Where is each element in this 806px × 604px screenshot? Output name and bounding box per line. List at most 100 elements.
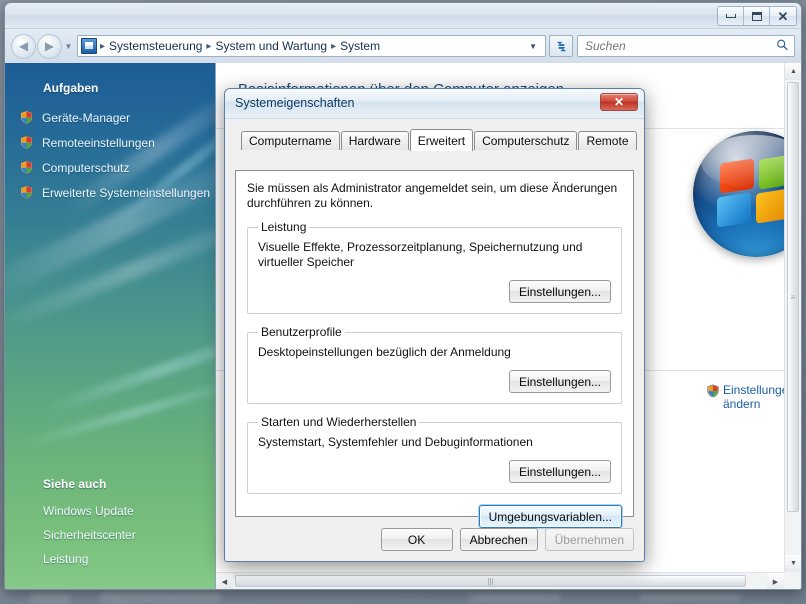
navigation-bar: ◀ ▶ ▼ ▸ Systemsteuerung ▸ System und War… — [5, 29, 801, 63]
tab-label: Computername — [249, 134, 332, 148]
chevron-down-icon: ▼ — [790, 560, 797, 567]
breadcrumb-separator: ▸ — [99, 41, 106, 52]
dialog-footer: OK Abbrechen Übernehmen — [381, 528, 634, 551]
tab-panel-erweitert: Sie müssen als Administrator angemeldet … — [235, 170, 634, 517]
see-also-section: Siehe auch Windows Update Sicherheitscen… — [5, 477, 215, 571]
tasks-heading: Aufgaben — [5, 81, 215, 105]
tab-erweitert[interactable]: Erweitert — [410, 129, 473, 151]
umgebungsvariablen-button[interactable]: Umgebungsvariablen... — [479, 505, 622, 528]
forward-icon: ▶ — [45, 39, 54, 53]
sidebar-item-geraete-manager[interactable]: Geräte-Manager — [5, 105, 215, 130]
system-properties-dialog: Systemeigenschaften ✕ Computername Hardw… — [224, 88, 645, 562]
chevron-down-icon: ▼ — [65, 42, 73, 51]
dialog-close-button[interactable]: ✕ — [600, 93, 638, 111]
see-also-heading: Siehe auch — [5, 477, 215, 499]
sidebar-item-label: Remoteeinstellungen — [42, 136, 155, 150]
group-leistung: Leistung Visuelle Effekte, Prozessorzeit… — [247, 220, 622, 314]
scroll-right-button[interactable]: ▶ — [767, 573, 784, 589]
group-legend: Starten und Wiederherstellen — [258, 415, 419, 429]
breadcrumb-item-system-und-wartung[interactable]: System und Wartung — [212, 39, 330, 53]
group-starten-und-wiederherstellen: Starten und Wiederherstellen Systemstart… — [247, 415, 622, 494]
minimize-icon — [726, 14, 736, 18]
benutzerprofile-einstellungen-button[interactable]: Einstellungen... — [509, 370, 611, 393]
see-also-item-sicherheitscenter[interactable]: Sicherheitscenter — [5, 523, 215, 547]
scroll-down-button[interactable]: ▼ — [785, 555, 801, 572]
tab-label: Computerschutz — [482, 134, 569, 148]
control-panel-icon — [81, 38, 97, 54]
horizontal-scrollbar[interactable]: ◀ ||| ▶ — [216, 572, 784, 589]
tab-strip: Computername Hardware Erweitert Computer… — [235, 129, 634, 150]
scroll-up-button[interactable]: ▲ — [785, 63, 801, 80]
sidebar-item-remoteeinstellungen[interactable]: Remoteeinstellungen — [5, 130, 215, 155]
see-also-item-leistung[interactable]: Leistung — [5, 547, 215, 571]
back-button[interactable]: ◀ — [11, 34, 36, 59]
sidebar-item-label: Computerschutz — [42, 161, 129, 175]
window-titlebar: ✕ — [5, 3, 801, 29]
shield-icon — [19, 110, 34, 125]
refresh-button[interactable] — [549, 35, 573, 57]
back-icon: ◀ — [19, 39, 28, 53]
grip-icon: ||| — [487, 577, 493, 586]
group-description: Systemstart, Systemfehler und Debuginfor… — [258, 435, 611, 450]
shield-icon — [19, 185, 34, 200]
breadcrumb-item-system[interactable]: System — [337, 39, 383, 53]
tab-label: Hardware — [349, 134, 401, 148]
chevron-up-icon: ▲ — [790, 68, 797, 75]
dialog-titlebar: Systemeigenschaften ✕ — [225, 89, 644, 119]
minimize-button[interactable] — [718, 7, 744, 25]
windows-logo-icon — [693, 131, 784, 257]
breadcrumb-separator: ▸ — [330, 41, 337, 52]
search-box[interactable] — [577, 35, 795, 57]
tab-computername[interactable]: Computername — [241, 131, 340, 150]
shield-icon — [19, 135, 34, 150]
tab-label: Remote — [586, 134, 628, 148]
close-icon: ✕ — [778, 10, 789, 23]
shield-icon — [19, 160, 34, 175]
vertical-scroll-thumb[interactable]: ≡ — [787, 82, 799, 512]
starten-einstellungen-button[interactable]: Einstellungen... — [509, 460, 611, 483]
sidebar-item-erweiterte-systemeinstellungen[interactable]: Erweiterte Systemeinstellungen — [5, 180, 215, 205]
scroll-left-button[interactable]: ◀ — [216, 573, 233, 589]
sidebar-item-computerschutz[interactable]: Computerschutz — [5, 155, 215, 180]
group-description: Visuelle Effekte, Prozessorzeitplanung, … — [258, 240, 611, 270]
leistung-einstellungen-button[interactable]: Einstellungen... — [509, 280, 611, 303]
grip-icon: ≡ — [791, 293, 796, 302]
see-also-item-windows-update[interactable]: Windows Update — [5, 499, 215, 523]
group-description: Desktopeinstellungen bezüglich der Anmel… — [258, 345, 611, 360]
address-bar[interactable]: ▸ Systemsteuerung ▸ System und Wartung ▸… — [77, 35, 546, 57]
cancel-button[interactable]: Abbrechen — [460, 528, 538, 551]
sidebar-item-label: Geräte-Manager — [42, 111, 130, 125]
close-button[interactable]: ✕ — [770, 7, 796, 25]
window-controls: ✕ — [717, 6, 797, 26]
navigation-pane: Aufgaben Geräte-Manager — [5, 63, 216, 589]
ok-button[interactable]: OK — [381, 528, 453, 551]
close-icon: ✕ — [614, 95, 624, 109]
sidebar-item-label: Erweiterte Systemeinstellungen — [42, 186, 210, 200]
vertical-scrollbar[interactable]: ▲ ≡ ▼ — [784, 63, 801, 572]
horizontal-scroll-thumb[interactable]: ||| — [235, 575, 746, 587]
tab-computerschutz[interactable]: Computerschutz — [474, 131, 577, 150]
admin-notice: Sie müssen als Administrator angemeldet … — [247, 181, 622, 211]
group-benutzerprofile: Benutzerprofile Desktopeinstellungen bez… — [247, 325, 622, 404]
refresh-icon — [554, 39, 569, 54]
chevron-right-icon: ▶ — [773, 578, 778, 586]
group-legend: Leistung — [258, 220, 309, 234]
maximize-icon — [752, 12, 762, 21]
breadcrumb-separator: ▸ — [205, 41, 212, 52]
forward-button[interactable]: ▶ — [37, 34, 62, 59]
apply-button: Übernehmen — [545, 528, 634, 551]
address-dropdown-icon[interactable]: ▼ — [523, 42, 543, 51]
search-input[interactable] — [585, 39, 777, 53]
chevron-left-icon: ◀ — [222, 578, 227, 586]
tab-hardware[interactable]: Hardware — [341, 131, 409, 150]
recent-pages-button[interactable]: ▼ — [62, 34, 75, 59]
dialog-title: Systemeigenschaften — [235, 96, 355, 110]
tab-label: Erweitert — [418, 134, 465, 148]
maximize-button[interactable] — [744, 7, 770, 25]
group-legend: Benutzerprofile — [258, 325, 345, 339]
change-settings-label: Einstellungen ändern — [723, 383, 784, 411]
tab-remote[interactable]: Remote — [578, 131, 636, 150]
breadcrumb-item-systemsteuerung[interactable]: Systemsteuerung — [106, 39, 205, 53]
change-settings-link[interactable]: Einstellungen ändern — [706, 383, 784, 411]
shield-icon — [706, 384, 721, 399]
